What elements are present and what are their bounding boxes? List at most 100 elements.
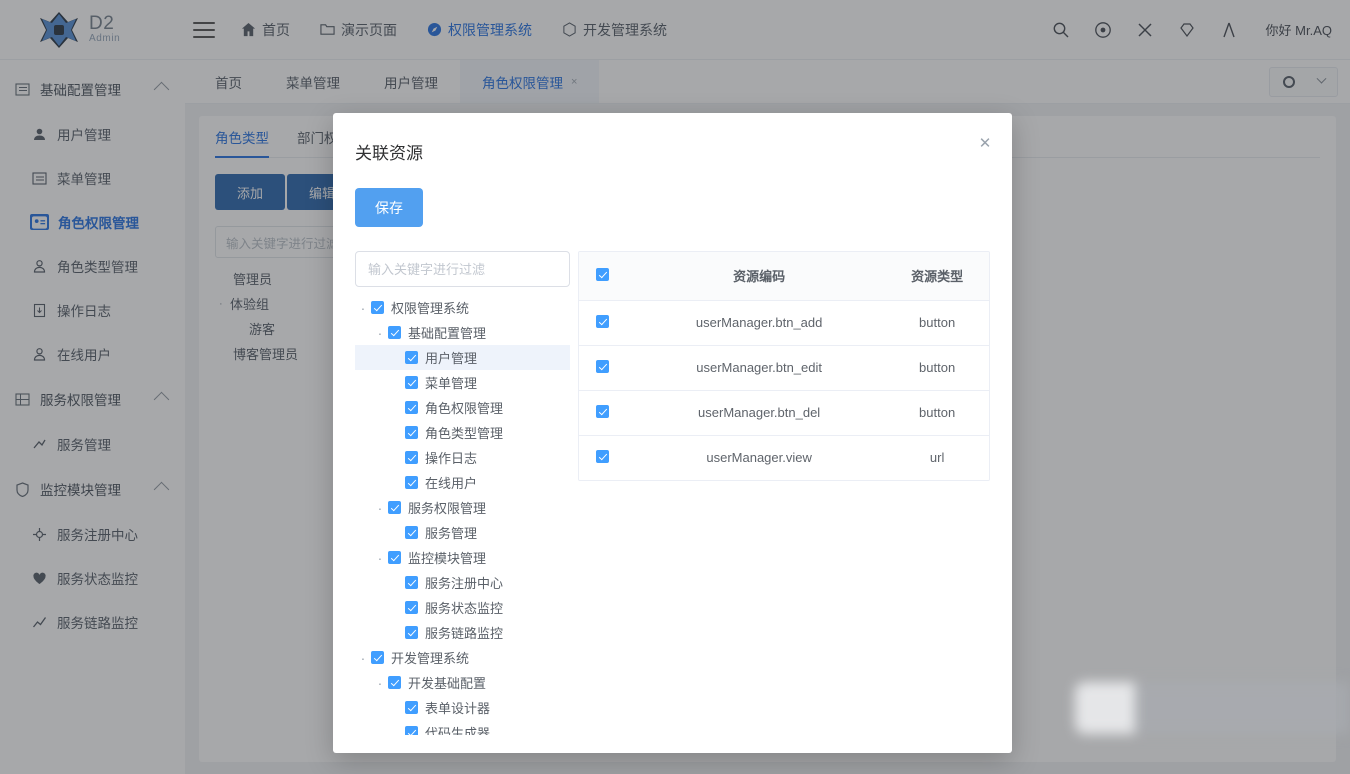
tree-node-label: 用户管理 xyxy=(425,348,477,367)
associated-resources-dialog: 关联资源 ✕ 保存 · 权限管理系统 · xyxy=(333,113,1012,753)
row-select-cell xyxy=(579,345,633,390)
table-row[interactable]: userManager.btn_edit button xyxy=(579,345,989,390)
tree-checkbox[interactable] xyxy=(405,626,418,639)
tree-checkbox[interactable] xyxy=(388,326,401,339)
tree-checkbox[interactable] xyxy=(405,451,418,464)
tree-checkbox[interactable] xyxy=(405,726,418,735)
tree-filter-box[interactable] xyxy=(355,251,570,287)
row-checkbox[interactable] xyxy=(596,405,609,418)
table-row[interactable]: userManager.btn_add button xyxy=(579,300,989,345)
tree-node-label: 服务管理 xyxy=(425,523,477,542)
row-checkbox[interactable] xyxy=(596,450,609,463)
tree-checkbox[interactable] xyxy=(405,426,418,439)
tree-checkbox[interactable] xyxy=(388,676,401,689)
row-checkbox[interactable] xyxy=(596,315,609,328)
dialog-body: 保存 · 权限管理系统 · 基础配置管理 xyxy=(333,164,1012,753)
cell-resource-code: userManager.btn_edit xyxy=(633,345,885,390)
tree-node-label: 监控模块管理 xyxy=(408,548,486,567)
cell-resource-type: url xyxy=(885,435,989,480)
tree-node-label: 在线用户 xyxy=(425,473,477,492)
tree-checkbox[interactable] xyxy=(405,601,418,614)
tree-node-label: 开发管理系统 xyxy=(391,648,469,667)
tree-node[interactable]: 服务注册中心 xyxy=(355,570,570,595)
save-button[interactable]: 保存 xyxy=(355,188,423,227)
table-row[interactable]: userManager.view url xyxy=(579,435,989,480)
row-checkbox[interactable] xyxy=(596,360,609,373)
tree-node[interactable]: · 基础配置管理 xyxy=(355,320,570,345)
tree-node-label: 菜单管理 xyxy=(425,373,477,392)
table-body: userManager.btn_add button userManager.b… xyxy=(579,300,989,480)
select-all-header xyxy=(579,252,633,300)
cell-resource-type: button xyxy=(885,345,989,390)
resource-tree: · 权限管理系统 · 基础配置管理 用户管理 xyxy=(355,295,570,735)
tree-node-label: 基础配置管理 xyxy=(408,323,486,342)
tree-checkbox[interactable] xyxy=(388,551,401,564)
cell-resource-type: button xyxy=(885,300,989,345)
tree-node[interactable]: 角色权限管理 xyxy=(355,395,570,420)
select-all-checkbox[interactable] xyxy=(596,268,609,281)
tree-checkbox[interactable] xyxy=(405,376,418,389)
resource-table: 资源编码 资源类型 userManager.btn_add button xyxy=(579,252,989,480)
tree-checkbox[interactable] xyxy=(405,351,418,364)
row-select-cell xyxy=(579,390,633,435)
tree-node[interactable]: · 开发管理系统 xyxy=(355,645,570,670)
column-header-resource-type: 资源类型 xyxy=(885,252,989,300)
tree-node-label: 服务权限管理 xyxy=(408,498,486,517)
tree-node[interactable]: 用户管理 xyxy=(355,345,570,370)
table-row[interactable]: userManager.btn_del button xyxy=(579,390,989,435)
tree-node-label: 操作日志 xyxy=(425,448,477,467)
tree-node[interactable]: · 权限管理系统 xyxy=(355,295,570,320)
tree-node[interactable]: 角色类型管理 xyxy=(355,420,570,445)
tree-filter-input[interactable] xyxy=(368,262,557,277)
resource-table-panel: 资源编码 资源类型 userManager.btn_add button xyxy=(578,251,990,481)
cell-resource-code: userManager.btn_del xyxy=(633,390,885,435)
tree-node[interactable]: 在线用户 xyxy=(355,470,570,495)
tree-node[interactable]: 服务管理 xyxy=(355,520,570,545)
tree-node[interactable]: 菜单管理 xyxy=(355,370,570,395)
tree-node-label: 权限管理系统 xyxy=(391,298,469,317)
cell-resource-code: userManager.btn_add xyxy=(633,300,885,345)
tree-node[interactable]: 操作日志 xyxy=(355,445,570,470)
column-header-resource-code: 资源编码 xyxy=(633,252,885,300)
tree-node[interactable]: · 开发基础配置 xyxy=(355,670,570,695)
tree-checkbox[interactable] xyxy=(371,651,384,664)
tree-checkbox[interactable] xyxy=(371,301,384,314)
dialog-title: 关联资源 xyxy=(355,139,990,164)
bottom-right-artifact xyxy=(1075,682,1350,734)
tree-node[interactable]: · 服务权限管理 xyxy=(355,495,570,520)
tree-checkbox[interactable] xyxy=(405,576,418,589)
tree-checkbox[interactable] xyxy=(405,701,418,714)
tree-node[interactable]: 表单设计器 xyxy=(355,695,570,720)
tree-arrow-icon[interactable]: · xyxy=(372,676,388,690)
close-icon[interactable]: ✕ xyxy=(976,135,994,153)
row-select-cell xyxy=(579,435,633,480)
table-header-row: 资源编码 资源类型 xyxy=(579,252,989,300)
tree-node-label: 服务注册中心 xyxy=(425,573,503,592)
tree-arrow-icon[interactable]: · xyxy=(372,551,388,565)
dialog-header: 关联资源 ✕ xyxy=(333,113,1012,164)
tree-arrow-icon[interactable]: · xyxy=(355,651,371,665)
cell-resource-type: button xyxy=(885,390,989,435)
tree-node-label: 表单设计器 xyxy=(425,698,490,717)
tree-node[interactable]: 服务链路监控 xyxy=(355,620,570,645)
tree-node-label: 角色类型管理 xyxy=(425,423,503,442)
tree-checkbox[interactable] xyxy=(405,476,418,489)
table-head: 资源编码 资源类型 xyxy=(579,252,989,300)
tree-node[interactable]: · 监控模块管理 xyxy=(355,545,570,570)
tree-node[interactable]: 服务状态监控 xyxy=(355,595,570,620)
tree-node-label: 服务链路监控 xyxy=(425,623,503,642)
tree-checkbox[interactable] xyxy=(405,526,418,539)
resource-tree-panel: · 权限管理系统 · 基础配置管理 用户管理 xyxy=(355,251,570,735)
tree-checkbox[interactable] xyxy=(388,501,401,514)
tree-arrow-icon[interactable]: · xyxy=(372,326,388,340)
tree-node-label: 代码生成器 xyxy=(425,723,490,735)
tree-checkbox[interactable] xyxy=(405,401,418,414)
row-select-cell xyxy=(579,300,633,345)
tree-node[interactable]: 代码生成器 xyxy=(355,720,570,735)
tree-node-label: 角色权限管理 xyxy=(425,398,503,417)
dialog-panels: · 权限管理系统 · 基础配置管理 用户管理 xyxy=(355,251,990,735)
cell-resource-code: userManager.view xyxy=(633,435,885,480)
tree-arrow-icon[interactable]: · xyxy=(372,501,388,515)
tree-arrow-icon[interactable]: · xyxy=(355,301,371,315)
tree-node-label: 开发基础配置 xyxy=(408,673,486,692)
